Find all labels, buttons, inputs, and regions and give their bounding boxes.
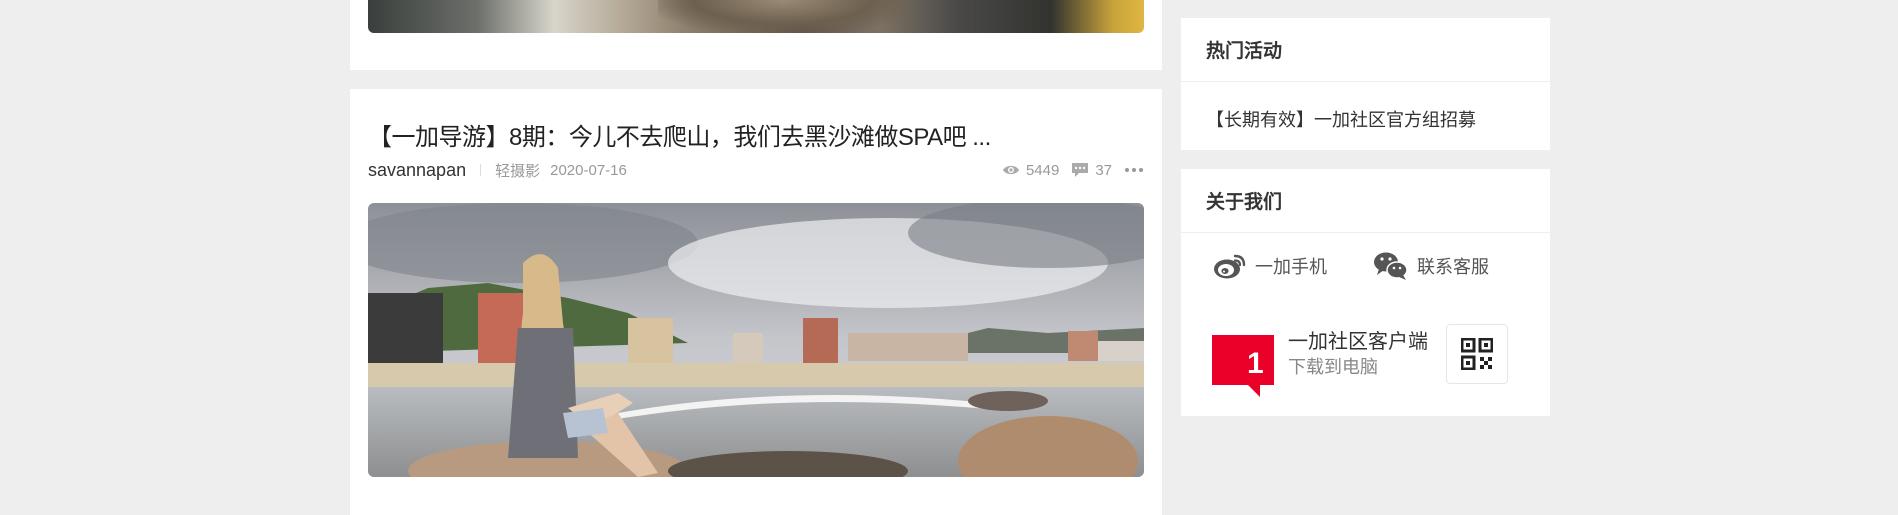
- post-cover-image[interactable]: [368, 203, 1144, 477]
- qr-code-icon: [1461, 338, 1493, 370]
- views-stat: 5449: [1002, 162, 1059, 179]
- views-count: 5449: [1025, 161, 1060, 179]
- comment-icon: [1072, 163, 1089, 177]
- previous-post-card: [350, 0, 1162, 70]
- post-date: 2020-07-16: [550, 161, 627, 179]
- weibo-icon: [1214, 254, 1246, 279]
- meta-divider: [480, 164, 482, 176]
- post-author[interactable]: savannapan: [368, 160, 466, 181]
- more-options-icon[interactable]: [1124, 167, 1144, 173]
- about-us-heading: 关于我们: [1181, 169, 1550, 233]
- comments-count: 37: [1095, 161, 1112, 179]
- hot-activity-item[interactable]: 【长期有效】一加社区官方组招募: [1206, 106, 1476, 132]
- about-us-card: 关于我们 一加手机 联系客服 1 一加社区客户端 下载到电脑: [1181, 169, 1550, 416]
- eye-icon: [1002, 165, 1019, 175]
- comments-stat[interactable]: 37: [1071, 162, 1112, 179]
- hot-activities-heading: 热门活动: [1181, 18, 1550, 82]
- oneplus-client-logo[interactable]: 1: [1212, 335, 1276, 397]
- wechat-icon: [1374, 252, 1408, 280]
- client-logo-text: 1: [1247, 347, 1264, 380]
- post-card: 【一加导游】8期：今儿不去爬山，我们去黑沙滩做SPA吧 ... savannap…: [350, 89, 1162, 515]
- client-subtitle[interactable]: 下载到电脑: [1288, 353, 1378, 379]
- post-meta: savannapan 轻摄影 2020-07-16 5449 37: [368, 159, 1144, 181]
- post-title[interactable]: 【一加导游】8期：今儿不去爬山，我们去黑沙滩做SPA吧 ...: [368, 117, 991, 152]
- hot-activities-card: 热门活动 【长期有效】一加社区官方组招募: [1181, 18, 1550, 150]
- about-links: 一加手机 联系客服: [1213, 251, 1535, 281]
- customer-service-label: 联系客服: [1417, 257, 1489, 277]
- weibo-link-label: 一加手机: [1255, 257, 1327, 277]
- post-stats: 5449 37: [990, 162, 1144, 179]
- previous-post-image[interactable]: [368, 0, 1144, 33]
- weibo-link[interactable]: 一加手机: [1213, 251, 1327, 281]
- client-title[interactable]: 一加社区客户端: [1288, 325, 1428, 354]
- qr-code-button[interactable]: [1446, 324, 1508, 384]
- post-category[interactable]: 轻摄影: [495, 160, 540, 181]
- customer-service-link[interactable]: 联系客服: [1373, 251, 1489, 281]
